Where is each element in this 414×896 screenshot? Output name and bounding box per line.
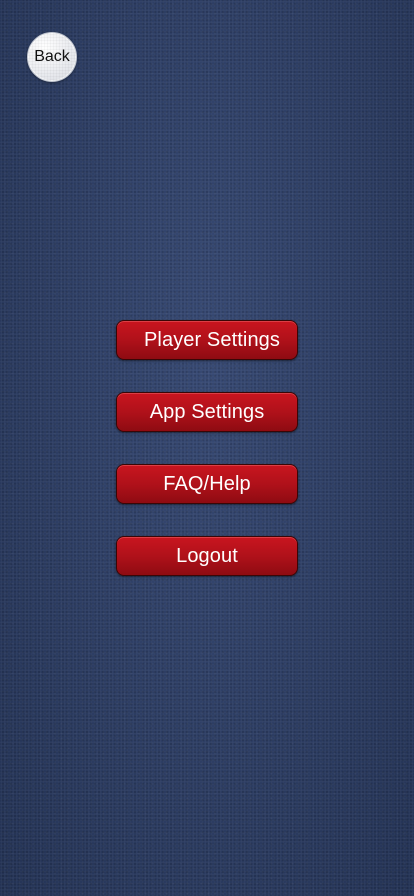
back-button[interactable]: Back bbox=[27, 32, 77, 82]
settings-screen: Back Player Settings App Settings FAQ/He… bbox=[0, 0, 414, 896]
app-settings-button[interactable]: App Settings bbox=[116, 392, 298, 432]
settings-menu: Player Settings App Settings FAQ/Help Lo… bbox=[116, 320, 298, 576]
app-settings-label: App Settings bbox=[149, 400, 265, 423]
faq-help-label: FAQ/Help bbox=[163, 472, 251, 495]
logout-label: Logout bbox=[176, 544, 238, 567]
logout-button[interactable]: Logout bbox=[116, 536, 298, 576]
player-settings-label: Player Settings bbox=[143, 328, 280, 351]
player-settings-button[interactable]: Player Settings bbox=[116, 320, 298, 360]
faq-help-button[interactable]: FAQ/Help bbox=[116, 464, 298, 504]
back-button-label: Back bbox=[34, 48, 70, 65]
